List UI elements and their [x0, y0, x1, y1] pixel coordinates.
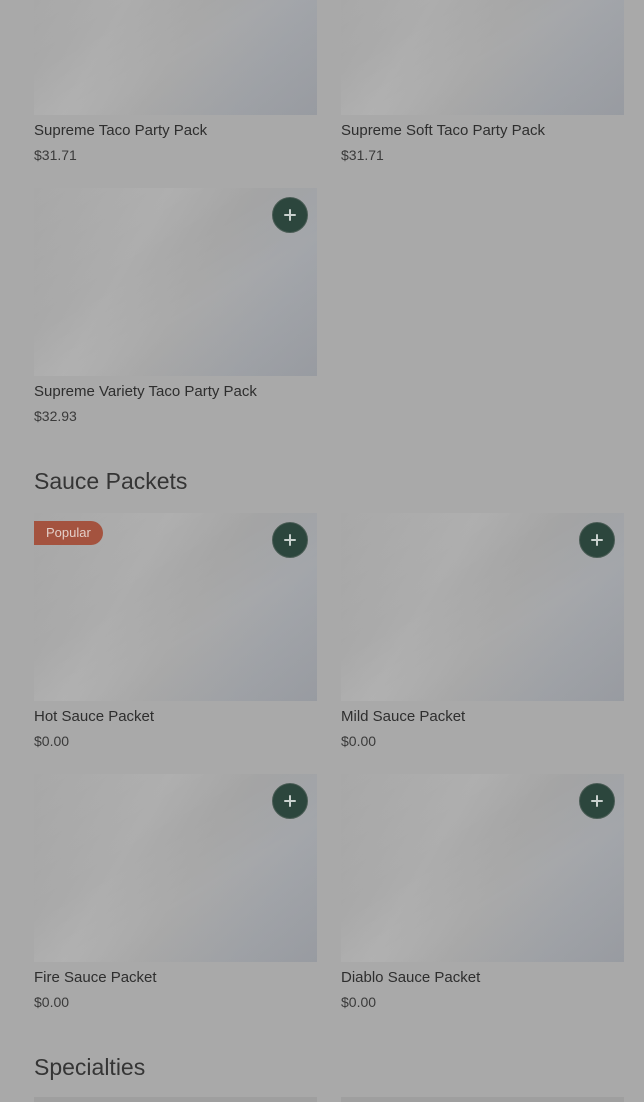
menu-item-card[interactable]: Supreme Variety Taco Party Pack $32.93 — [34, 188, 317, 424]
item-price: $0.00 — [34, 994, 70, 1010]
menu-item-card[interactable]: Supreme Soft Taco Party Pack $31.71 — [341, 0, 624, 163]
section-title: Specialties — [34, 1054, 146, 1080]
section-title: Sauce Packets — [34, 468, 188, 494]
item-image — [341, 774, 624, 962]
item-price: $31.71 — [34, 147, 77, 163]
item-price: $0.00 — [341, 994, 377, 1010]
add-to-cart-button[interactable] — [579, 783, 615, 819]
item-name: Supreme Variety Taco Party Pack — [34, 383, 257, 400]
plus-icon — [284, 795, 296, 807]
menu-item-card[interactable]: Supreme Taco Party Pack $31.71 — [34, 0, 317, 163]
menu-item-card[interactable]: Diablo Sauce Packet $0.00 — [341, 774, 624, 1010]
item-image: Popular — [34, 513, 317, 701]
add-to-cart-button[interactable] — [579, 522, 615, 558]
item-name: Supreme Taco Party Pack — [34, 122, 208, 139]
item-price: $0.00 — [34, 733, 70, 749]
plus-icon — [591, 534, 603, 546]
item-image — [341, 0, 624, 115]
menu-item-card[interactable] — [34, 1097, 317, 1102]
menu-item-card[interactable]: Fire Sauce Packet $0.00 — [34, 774, 317, 1010]
item-name: Mild Sauce Packet — [341, 708, 466, 725]
item-name: Fire Sauce Packet — [34, 969, 157, 986]
plus-icon — [284, 209, 296, 221]
plus-icon — [284, 534, 296, 546]
item-name: Hot Sauce Packet — [34, 708, 155, 725]
menu-item-card[interactable]: Popular Hot Sauce Packet $0.00 — [34, 513, 317, 749]
item-image — [34, 188, 317, 376]
item-image — [34, 774, 317, 962]
item-name: Supreme Soft Taco Party Pack — [341, 122, 545, 139]
item-price: $31.71 — [341, 147, 384, 163]
add-to-cart-button[interactable] — [272, 197, 308, 233]
item-price: $32.93 — [34, 408, 77, 424]
menu-item-card[interactable]: Mild Sauce Packet $0.00 — [341, 513, 624, 749]
add-to-cart-button[interactable] — [272, 783, 308, 819]
item-image — [341, 513, 624, 701]
item-price: $0.00 — [341, 733, 377, 749]
popular-badge: Popular — [34, 521, 103, 545]
item-image — [34, 0, 317, 115]
add-to-cart-button[interactable] — [272, 522, 308, 558]
menu-item-card[interactable] — [341, 1097, 624, 1102]
plus-icon — [591, 795, 603, 807]
item-name: Diablo Sauce Packet — [341, 969, 481, 986]
menu-page: Supreme Taco Party Pack $31.71 Supreme S… — [0, 0, 644, 1102]
